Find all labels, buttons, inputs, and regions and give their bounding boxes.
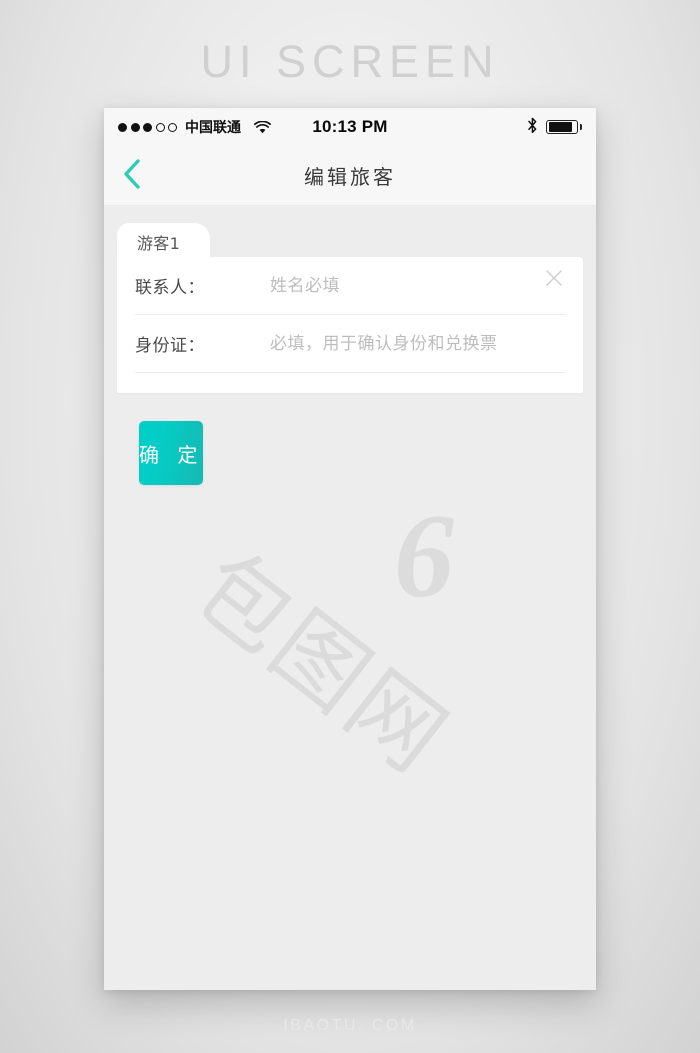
- close-button[interactable]: [541, 267, 567, 293]
- carrier-label: 中国联通: [185, 120, 241, 136]
- tab-label: 游客1: [137, 234, 181, 253]
- passenger-card: 游客1 联系人： 身份证：: [104, 223, 596, 393]
- id-number-label: 身份证：: [135, 336, 205, 356]
- signal-strength-icon: [118, 122, 177, 132]
- poster-title: UI SCREEN: [200, 36, 500, 87]
- footer-watermark: IBAOTU. COM: [283, 1017, 417, 1034]
- battery-icon: [546, 120, 582, 134]
- card-bottom-spacer: [135, 373, 565, 393]
- contact-name-label: 联系人：: [135, 278, 205, 298]
- watermark: 6 包图网: [175, 496, 494, 795]
- screen-content: 游客1 联系人： 身份证：: [104, 206, 596, 990]
- status-bar-right: [527, 117, 582, 138]
- id-number-input[interactable]: [270, 333, 565, 354]
- back-button[interactable]: [104, 146, 160, 206]
- status-bar-left: 中国联通: [118, 117, 271, 137]
- contact-name-input[interactable]: [270, 275, 565, 296]
- page-title: 编辑旅客: [304, 165, 396, 189]
- watermark-logo: 6: [394, 489, 454, 622]
- close-icon: [545, 269, 563, 291]
- phone-mockup: 中国联通 10:13 PM 编辑旅客 游客1 联系人： 姓名必填 身份证： 必填…: [104, 108, 596, 990]
- passenger-card-body: 联系人： 身份证：: [117, 257, 583, 393]
- tab-strip: 游客1: [104, 223, 596, 257]
- form-row-id-number: 身份证：: [135, 315, 565, 373]
- bluetooth-icon: [527, 117, 538, 138]
- confirm-button-label: 确 定: [139, 442, 204, 467]
- tab-passenger-1[interactable]: 游客1: [117, 223, 211, 257]
- chevron-left-icon: [122, 158, 142, 194]
- form-row-contact-name: 联系人：: [135, 257, 565, 315]
- navigation-bar: 编辑旅客: [104, 146, 596, 206]
- confirm-button[interactable]: 确 定: [139, 421, 204, 485]
- wifi-icon: [254, 120, 271, 134]
- watermark-text: 包图网: [175, 532, 469, 795]
- status-bar: 中国联通 10:13 PM: [104, 108, 596, 146]
